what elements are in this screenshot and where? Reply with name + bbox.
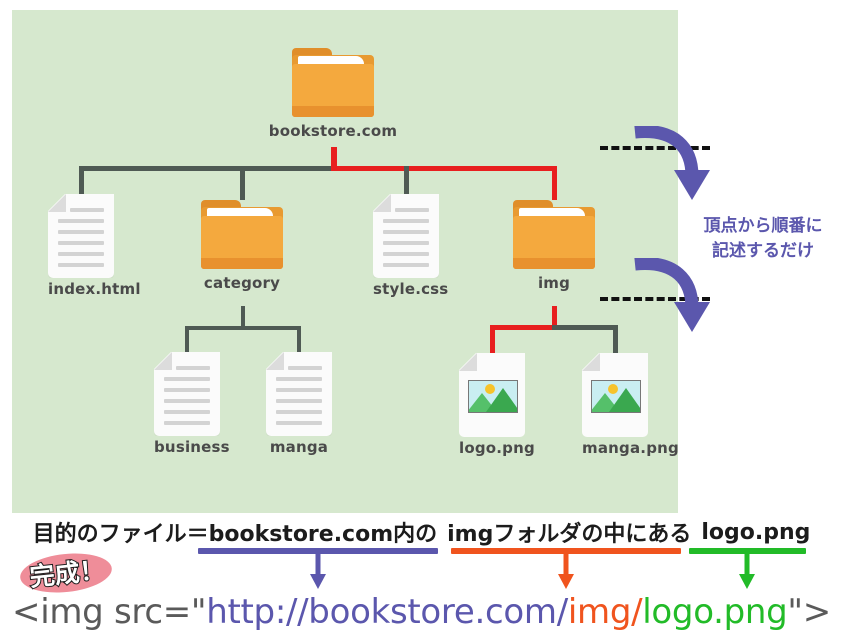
stamp-text: 完成！ xyxy=(27,554,107,593)
code-suffix: "> xyxy=(787,592,831,632)
code-url-dir: img/ xyxy=(567,592,643,632)
down-arrow-file-icon xyxy=(739,552,755,589)
connector-drop-manga xyxy=(297,326,301,352)
node-label: style.css xyxy=(373,280,449,298)
node-img[interactable]: img xyxy=(513,200,595,292)
connector-drop-index xyxy=(79,166,84,194)
connector-drop-img-red xyxy=(552,166,557,200)
diagram-canvas: bookstore.com index.html category style.… xyxy=(0,0,843,640)
code-line: <img src="http://bookstore.com/img/logo.… xyxy=(0,592,843,632)
document-icon xyxy=(266,352,332,436)
node-label: manga xyxy=(269,438,329,456)
connector-drop-style xyxy=(404,166,409,194)
image-file-icon xyxy=(582,353,648,437)
connector-bus-left xyxy=(79,166,334,171)
caption-line: 目的のファイル＝bookstore.com内の imgフォルダの中にある log… xyxy=(0,512,843,552)
side-note-line1: 頂点から順番に xyxy=(703,216,823,236)
code-url-file: logo.png xyxy=(642,592,788,632)
connector-bus-right-red xyxy=(331,166,557,171)
node-bookstore-com[interactable]: bookstore.com xyxy=(253,48,413,140)
connector-category-bus xyxy=(185,326,301,330)
side-note-text: 頂点から順番に 記述するだけ xyxy=(688,214,838,263)
side-note-line2: 記述するだけ xyxy=(712,240,814,261)
folder-icon xyxy=(513,200,595,272)
connector-drop-logo-red xyxy=(490,325,495,353)
node-logo-png[interactable]: logo.png xyxy=(459,353,535,457)
node-category[interactable]: category xyxy=(201,200,283,292)
caption-part-dir: imgフォルダの中にある xyxy=(447,522,692,547)
document-icon xyxy=(373,194,439,278)
node-label: index.html xyxy=(48,280,141,298)
connector-drop-mangapng xyxy=(613,325,618,353)
curved-arrow-bottom-icon xyxy=(634,258,710,332)
code-url-host: http://bookstore.com/ xyxy=(206,592,568,632)
node-style-css[interactable]: style.css xyxy=(373,194,449,298)
node-label: manga.png xyxy=(582,439,679,457)
down-arrow-host-icon xyxy=(310,552,326,589)
connector-img-bus-right xyxy=(552,325,618,330)
connector-drop-category xyxy=(240,166,245,200)
document-icon xyxy=(154,352,220,436)
image-file-icon xyxy=(459,353,525,437)
node-label: bookstore.com xyxy=(268,122,398,140)
node-manga[interactable]: manga xyxy=(266,352,332,456)
caption-part-file: logo.png xyxy=(701,519,811,545)
folder-icon xyxy=(292,48,374,120)
node-index-html[interactable]: index.html xyxy=(48,194,141,298)
code-prefix: <img src=" xyxy=(12,592,207,632)
connector-category-stem xyxy=(241,306,245,328)
down-arrow-dir-icon xyxy=(558,552,574,589)
node-label: img xyxy=(537,274,571,292)
connector-img-bus-red xyxy=(490,325,557,330)
folder-icon xyxy=(201,200,283,272)
node-manga-png[interactable]: manga.png xyxy=(582,353,679,457)
node-business[interactable]: business xyxy=(154,352,230,456)
document-icon xyxy=(48,194,114,278)
node-label: logo.png xyxy=(459,439,535,457)
connector-drop-business xyxy=(185,326,189,352)
curved-arrow-top-icon xyxy=(634,126,710,200)
node-label: category xyxy=(203,274,281,292)
caption-part-host: 目的のファイル＝bookstore.com内の xyxy=(32,522,438,547)
node-label: business xyxy=(154,438,230,456)
